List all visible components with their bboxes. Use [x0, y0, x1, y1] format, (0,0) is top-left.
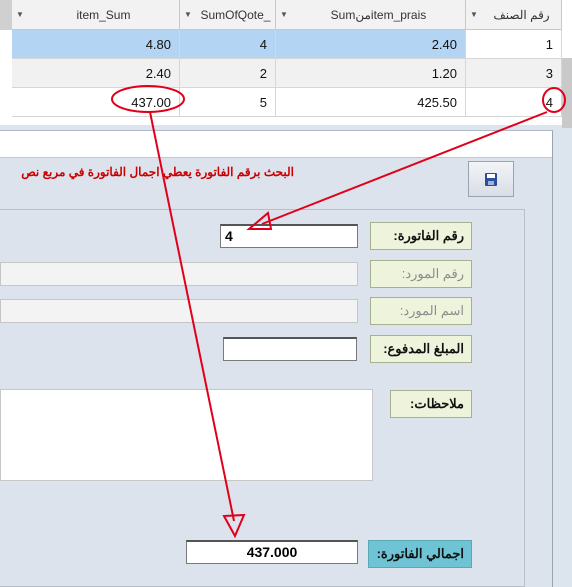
cell-item-sum[interactable]: 4.80 — [12, 30, 180, 59]
table-row[interactable]: 437.00 5 425.50 4 — [0, 88, 572, 117]
table-row[interactable]: 4.80 4 2.40 1 — [0, 30, 572, 59]
column-header-sum-of-qote[interactable]: ▼ SumOfQote_ — [180, 0, 276, 30]
notes-label: ملاحظات: — [390, 390, 472, 418]
grid-corner — [0, 0, 12, 30]
amount-paid-field[interactable] — [223, 337, 357, 361]
column-header-item-prais[interactable]: ▼ Sumمنitem_prais — [276, 0, 466, 30]
column-header-item-sum[interactable]: ▼ item_Sum — [12, 0, 180, 30]
cell-item-id[interactable]: 3 — [466, 59, 562, 88]
cell-item-sum[interactable]: 437.00 — [12, 88, 180, 117]
invoice-number-label: رقم الفاتورة: — [370, 222, 472, 250]
search-hint-text: البحث برقم الفاتورة يعطي اجمال الفاتورة … — [21, 165, 294, 179]
cell-qty[interactable]: 4 — [180, 30, 276, 59]
form-title-bar — [0, 131, 552, 158]
cell-prais[interactable]: 2.40 — [276, 30, 466, 59]
invoice-total-field[interactable]: 437.000 — [186, 540, 358, 564]
query-datasheet: ▼ item_Sum ▼ SumOfQote_ ▼ Sumمنitem_prai… — [0, 0, 572, 128]
cell-item-id[interactable]: 1 — [466, 30, 562, 59]
invoice-number-field[interactable]: 4 — [220, 224, 358, 248]
cell-prais[interactable]: 1.20 — [276, 59, 466, 88]
dropdown-arrow-icon[interactable]: ▼ — [12, 10, 28, 19]
cell-item-id[interactable]: 4 — [466, 88, 562, 117]
supplier-number-label: رقم المورد: — [370, 260, 472, 288]
supplier-name-label: اسم المورد: — [370, 297, 472, 325]
cell-prais[interactable]: 425.50 — [276, 88, 466, 117]
invoice-total-label: اجمالي الفاتورة: — [368, 540, 472, 568]
save-button[interactable] — [468, 161, 514, 197]
cell-qty[interactable]: 2 — [180, 59, 276, 88]
floppy-disk-icon — [485, 172, 497, 186]
dropdown-arrow-icon[interactable]: ▼ — [466, 10, 482, 19]
table-row[interactable]: 2.40 2 1.20 3 — [0, 59, 572, 88]
amount-paid-label: المبلغ المدفوع: — [370, 335, 472, 363]
supplier-number-field — [0, 262, 358, 286]
column-header-item-id[interactable]: ▼ رقم الصنف — [466, 0, 562, 30]
cell-qty[interactable]: 5 — [180, 88, 276, 117]
notes-textarea[interactable] — [0, 389, 373, 481]
dropdown-arrow-icon[interactable]: ▼ — [180, 10, 196, 19]
dropdown-arrow-icon[interactable]: ▼ — [276, 10, 292, 19]
supplier-name-field — [0, 299, 358, 323]
cell-item-sum[interactable]: 2.40 — [12, 59, 180, 88]
vertical-scrollbar[interactable] — [562, 58, 572, 128]
